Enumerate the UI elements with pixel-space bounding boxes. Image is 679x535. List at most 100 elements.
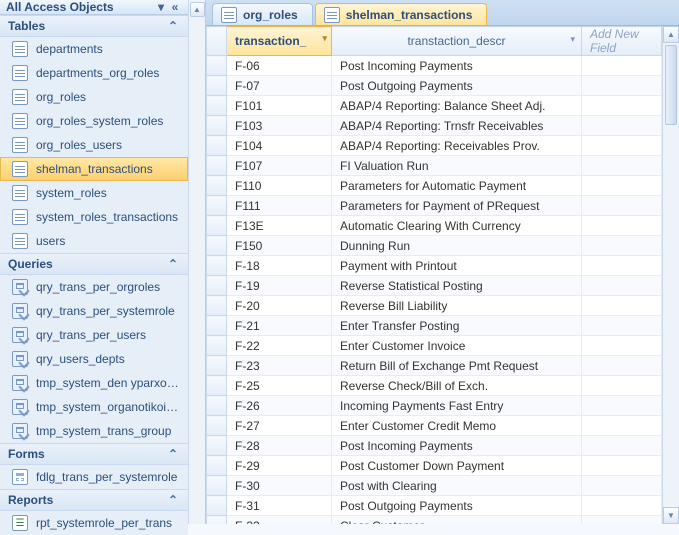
nav-scrollbar[interactable]: ▲ <box>188 0 205 524</box>
cell-add-new[interactable] <box>582 256 662 276</box>
cell-transaction-code[interactable]: F103 <box>227 116 332 136</box>
cell-transaction-code[interactable]: F-21 <box>227 316 332 336</box>
chevron-up-icon[interactable]: ⌃ <box>166 19 180 33</box>
row-selector[interactable] <box>207 476 227 496</box>
cell-add-new[interactable] <box>582 496 662 516</box>
table-row[interactable]: F-18Payment with Printout <box>207 256 662 276</box>
cell-transaction-descr[interactable]: ABAP/4 Reporting: Receivables Prov. <box>332 136 582 156</box>
cell-transaction-descr[interactable]: Post Outgoing Payments <box>332 496 582 516</box>
cell-add-new[interactable] <box>582 456 662 476</box>
table-row[interactable]: F-07Post Outgoing Payments <box>207 76 662 96</box>
table-row[interactable]: F111Parameters for Payment of PRequest <box>207 196 662 216</box>
scroll-down-button[interactable]: ▼ <box>663 507 679 524</box>
cell-transaction-code[interactable]: F-06 <box>227 56 332 76</box>
cell-transaction-code[interactable]: F-18 <box>227 256 332 276</box>
row-selector[interactable] <box>207 96 227 116</box>
cell-transaction-code[interactable]: F107 <box>227 156 332 176</box>
row-selector[interactable] <box>207 336 227 356</box>
row-selector[interactable] <box>207 256 227 276</box>
nav-section-header[interactable]: Forms⌃ <box>0 443 188 465</box>
column-header-add-new[interactable]: Add New Field <box>582 27 662 56</box>
table-row[interactable]: F101ABAP/4 Reporting: Balance Sheet Adj. <box>207 96 662 116</box>
nav-object-item[interactable]: org_roles <box>0 85 188 109</box>
cell-add-new[interactable] <box>582 196 662 216</box>
cell-transaction-descr[interactable]: Parameters for Payment of PRequest <box>332 196 582 216</box>
cell-transaction-code[interactable]: F-07 <box>227 76 332 96</box>
cell-add-new[interactable] <box>582 156 662 176</box>
cell-add-new[interactable] <box>582 316 662 336</box>
cell-add-new[interactable] <box>582 436 662 456</box>
table-row[interactable]: F-06Post Incoming Payments <box>207 56 662 76</box>
cell-transaction-code[interactable]: F-25 <box>227 376 332 396</box>
cell-transaction-descr[interactable]: Clear Customer <box>332 516 582 525</box>
cell-transaction-code[interactable]: F-26 <box>227 396 332 416</box>
cell-transaction-descr[interactable]: Dunning Run <box>332 236 582 256</box>
table-row[interactable]: F110Parameters for Automatic Payment <box>207 176 662 196</box>
datasheet-grid[interactable]: transaction_ ▾ transtaction_descr ▾ Add … <box>206 26 662 524</box>
cell-transaction-descr[interactable]: Enter Transfer Posting <box>332 316 582 336</box>
cell-transaction-descr[interactable]: Incoming Payments Fast Entry <box>332 396 582 416</box>
cell-transaction-code[interactable]: F-22 <box>227 336 332 356</box>
table-row[interactable]: F-25Reverse Check/Bill of Exch. <box>207 376 662 396</box>
row-selector[interactable] <box>207 496 227 516</box>
row-selector[interactable] <box>207 396 227 416</box>
scroll-track[interactable] <box>663 127 679 507</box>
collapse-chevrons-icon[interactable]: « <box>168 0 182 14</box>
nav-object-item[interactable]: org_roles_system_roles <box>0 109 188 133</box>
cell-transaction-code[interactable]: F101 <box>227 96 332 116</box>
row-selector[interactable] <box>207 116 227 136</box>
cell-add-new[interactable] <box>582 216 662 236</box>
nav-header[interactable]: All Access Objects ▾ « <box>0 0 188 15</box>
cell-transaction-descr[interactable]: Post Incoming Payments <box>332 56 582 76</box>
chevron-up-icon[interactable]: ⌃ <box>166 447 180 461</box>
table-row[interactable]: F-23Return Bill of Exchange Pmt Request <box>207 356 662 376</box>
cell-add-new[interactable] <box>582 236 662 256</box>
nav-object-item[interactable]: rpt_systemrole_per_trans <box>0 511 188 535</box>
table-row[interactable]: F-27Enter Customer Credit Memo <box>207 416 662 436</box>
cell-add-new[interactable] <box>582 356 662 376</box>
table-row[interactable]: F-22Enter Customer Invoice <box>207 336 662 356</box>
cell-add-new[interactable] <box>582 516 662 525</box>
document-tab[interactable]: org_roles <box>212 3 313 25</box>
row-selector[interactable] <box>207 276 227 296</box>
cell-transaction-descr[interactable]: Enter Customer Credit Memo <box>332 416 582 436</box>
row-selector[interactable] <box>207 76 227 96</box>
cell-add-new[interactable] <box>582 336 662 356</box>
row-selector[interactable] <box>207 136 227 156</box>
cell-transaction-descr[interactable]: FI Valuation Run <box>332 156 582 176</box>
grid-scrollbar[interactable]: ▲ ▼ <box>662 26 679 524</box>
table-row[interactable]: F-32Clear Customer <box>207 516 662 525</box>
column-header-transaction[interactable]: transaction_ ▾ <box>227 27 332 56</box>
row-selector[interactable] <box>207 456 227 476</box>
nav-object-item[interactable]: qry_trans_per_systemrole <box>0 299 188 323</box>
cell-transaction-code[interactable]: F-20 <box>227 296 332 316</box>
cell-transaction-descr[interactable]: ABAP/4 Reporting: Trnsfr Receivables <box>332 116 582 136</box>
row-selector[interactable] <box>207 376 227 396</box>
nav-object-item[interactable]: fdlg_trans_per_systemrole <box>0 465 188 489</box>
table-row[interactable]: F104ABAP/4 Reporting: Receivables Prov. <box>207 136 662 156</box>
cell-transaction-descr[interactable]: Payment with Printout <box>332 256 582 276</box>
cell-transaction-code[interactable]: F110 <box>227 176 332 196</box>
nav-object-item[interactable]: departments_org_roles <box>0 61 188 85</box>
nav-object-item[interactable]: org_roles_users <box>0 133 188 157</box>
cell-add-new[interactable] <box>582 136 662 156</box>
cell-transaction-descr[interactable]: Automatic Clearing With Currency <box>332 216 582 236</box>
row-selector[interactable] <box>207 156 227 176</box>
select-all-header[interactable] <box>207 27 227 56</box>
nav-section-header[interactable]: Tables⌃ <box>0 15 188 37</box>
row-selector[interactable] <box>207 56 227 76</box>
cell-add-new[interactable] <box>582 276 662 296</box>
nav-object-item[interactable]: tmp_system_den yparxoun <box>0 371 188 395</box>
table-row[interactable]: F-30Post with Clearing <box>207 476 662 496</box>
cell-transaction-descr[interactable]: Enter Customer Invoice <box>332 336 582 356</box>
cell-transaction-descr[interactable]: Return Bill of Exchange Pmt Request <box>332 356 582 376</box>
dropdown-icon[interactable]: ▾ <box>322 33 327 44</box>
table-row[interactable]: F-26Incoming Payments Fast Entry <box>207 396 662 416</box>
nav-object-item[interactable]: system_roles_transactions <box>0 205 188 229</box>
row-selector[interactable] <box>207 216 227 236</box>
nav-object-item[interactable]: users <box>0 229 188 253</box>
row-selector[interactable] <box>207 296 227 316</box>
nav-object-item[interactable]: qry_users_depts <box>0 347 188 371</box>
row-selector[interactable] <box>207 416 227 436</box>
row-selector[interactable] <box>207 516 227 525</box>
